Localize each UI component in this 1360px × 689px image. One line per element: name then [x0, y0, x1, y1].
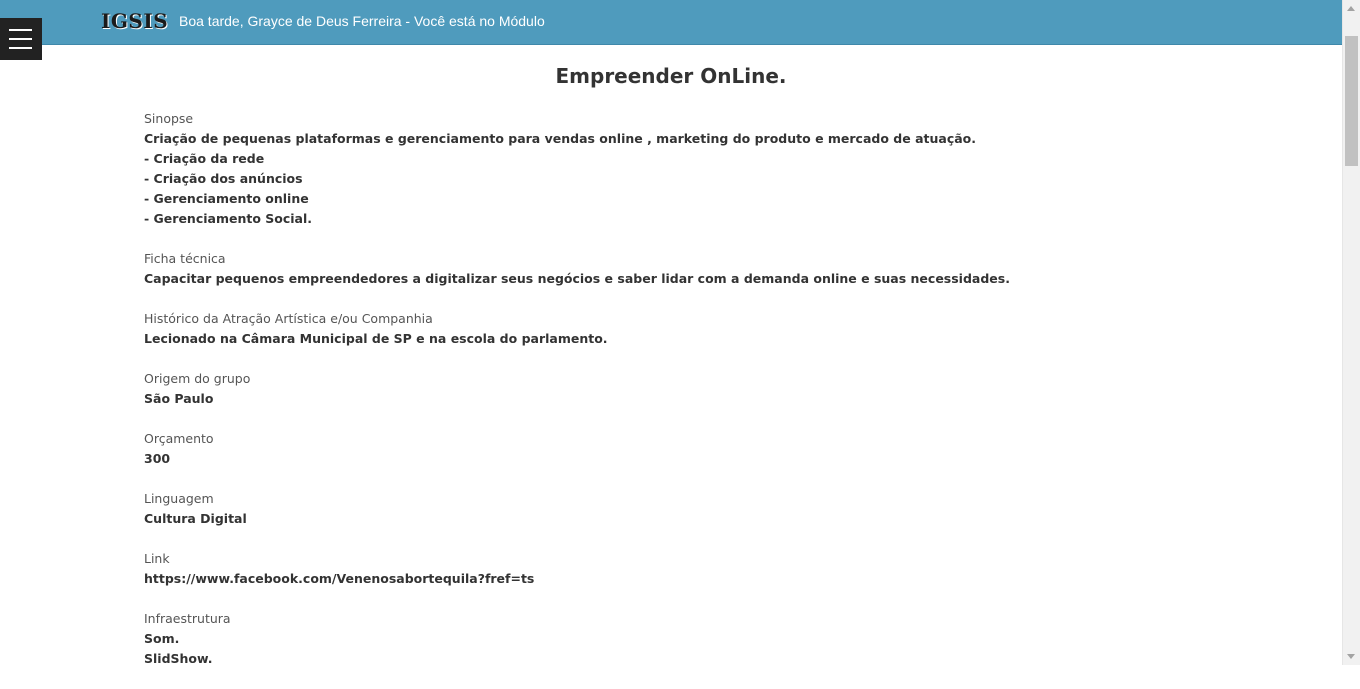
field-orcamento: Orçamento 300 [144, 429, 1244, 469]
field-value: São Paulo [144, 391, 214, 406]
field-label: Origem do grupo [144, 371, 251, 386]
field-sinopse: Sinopse Criação de pequenas plataformas … [144, 109, 1244, 229]
field-value: - Criação da rede [144, 151, 265, 166]
field-label: Link [144, 551, 170, 566]
field-value: Capacitar pequenos empreendedores a digi… [144, 271, 1010, 286]
field-value: https://www.facebook.com/Venenosabortequ… [144, 571, 535, 586]
top-navbar: IGSIS Boa tarde, Grayce de Deus Ferreira… [0, 0, 1342, 45]
field-historico: Histórico da Atração Artística e/ou Comp… [144, 309, 1244, 349]
field-label: Infraestrutura [144, 611, 231, 626]
hamburger-menu-icon[interactable] [0, 18, 42, 60]
vertical-scrollbar[interactable] [1342, 0, 1360, 665]
brand-logo[interactable]: IGSIS [101, 9, 168, 33]
field-value: Criação de pequenas plataformas e gerenc… [144, 131, 976, 146]
field-value: 300 [144, 451, 171, 466]
field-value: - Gerenciamento Social. [144, 211, 313, 226]
greeting-text: Boa tarde, Grayce de Deus Ferreira - Voc… [179, 13, 545, 29]
field-infraestrutura: Infraestrutura Som. SlidShow. [144, 609, 1244, 669]
field-value: Som. [144, 631, 180, 646]
page-title: Empreender OnLine. [555, 64, 787, 88]
scroll-up-icon[interactable] [1347, 6, 1355, 11]
field-label: Histórico da Atração Artística e/ou Comp… [144, 311, 433, 326]
field-linguagem: Linguagem Cultura Digital [144, 489, 1244, 529]
field-value: Cultura Digital [144, 511, 247, 526]
field-value: SlidShow. [144, 651, 213, 666]
field-origem: Origem do grupo São Paulo [144, 369, 1244, 409]
field-ficha-tecnica: Ficha técnica Capacitar pequenos empreen… [144, 249, 1244, 289]
field-link: Link https://www.facebook.com/Venenosabo… [144, 549, 1244, 589]
event-details: Sinopse Criação de pequenas plataformas … [144, 109, 1244, 689]
field-label: Orçamento [144, 431, 214, 446]
scroll-down-icon[interactable] [1347, 654, 1355, 659]
field-label: Sinopse [144, 111, 194, 126]
field-value: - Criação dos anúncios [144, 171, 303, 186]
field-value: - Gerenciamento online [144, 191, 309, 206]
scroll-thumb[interactable] [1345, 36, 1358, 166]
field-value: Lecionado na Câmara Municipal de SP e na… [144, 331, 608, 346]
field-label: Ficha técnica [144, 251, 226, 266]
field-label: Linguagem [144, 491, 214, 506]
